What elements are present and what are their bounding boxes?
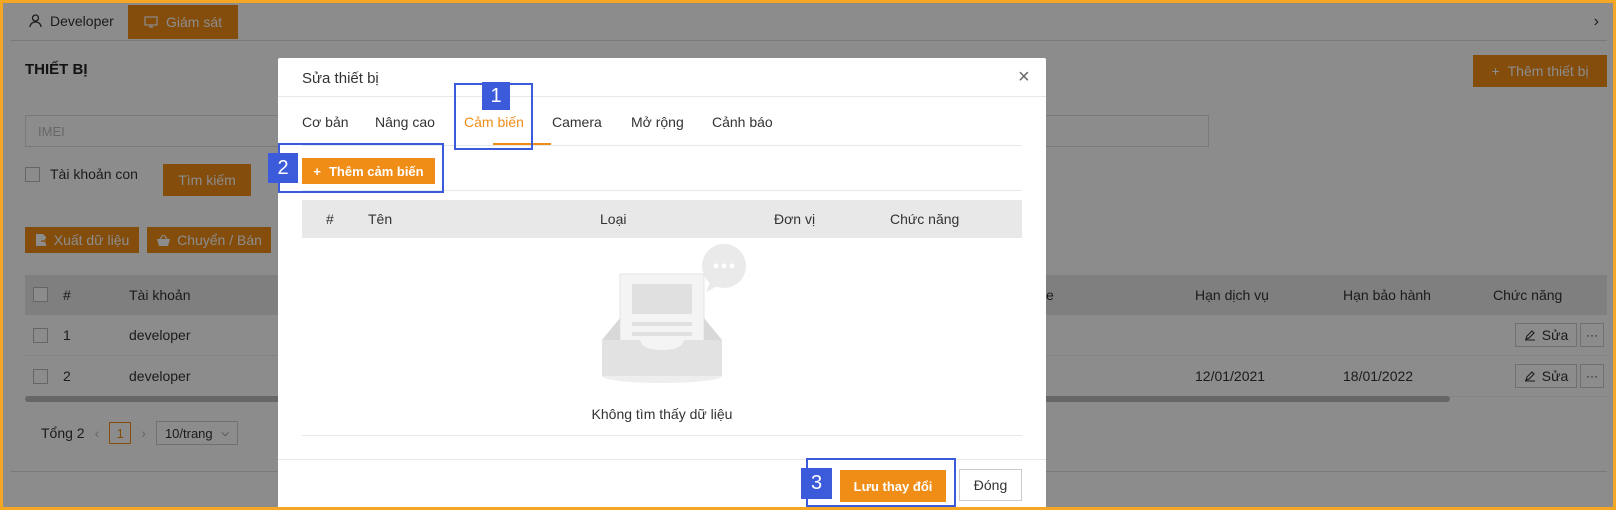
modal-title: Sửa thiết bị <box>302 70 379 87</box>
col-unit: Đơn vị <box>774 211 816 227</box>
col-actions: Chức năng <box>890 211 960 227</box>
annotation-number: 3 <box>801 468 832 499</box>
divider <box>302 435 1022 436</box>
edit-device-modal: Sửa thiết bị × Cơ bản Nâng cao Cảm biến … <box>278 58 1046 507</box>
close-icon[interactable]: × <box>1018 67 1030 87</box>
modal-tabs: Cơ bản Nâng cao Cảm biến Camera Mở rộng … <box>302 97 1022 146</box>
tab-basic[interactable]: Cơ bản <box>302 114 349 130</box>
tab-camera[interactable]: Camera <box>552 114 602 130</box>
col-type: Loại <box>600 211 627 227</box>
tab-alert[interactable]: Cảnh báo <box>712 114 773 130</box>
modal-header: Sửa thiết bị × <box>278 58 1046 97</box>
tab-extension[interactable]: Mở rộng <box>631 114 684 130</box>
sensor-table-header: # Tên Loại Đơn vị Chức năng <box>302 200 1022 238</box>
tab-advanced[interactable]: Nâng cao <box>375 114 435 130</box>
col-num: # <box>326 211 334 227</box>
close-button[interactable]: Đóng <box>959 469 1022 501</box>
col-name: Tên <box>368 211 393 227</box>
app-frame: Developer Giám sát › THIẾT BỊ + Thêm thi… <box>0 0 1616 510</box>
empty-state-text: Không tìm thấy dữ liệu <box>591 406 733 422</box>
annotation-number: 2 <box>268 153 298 183</box>
annotation-number: 1 <box>482 82 510 110</box>
annotation-highlight <box>278 143 444 193</box>
empty-inbox-icon <box>602 244 746 383</box>
